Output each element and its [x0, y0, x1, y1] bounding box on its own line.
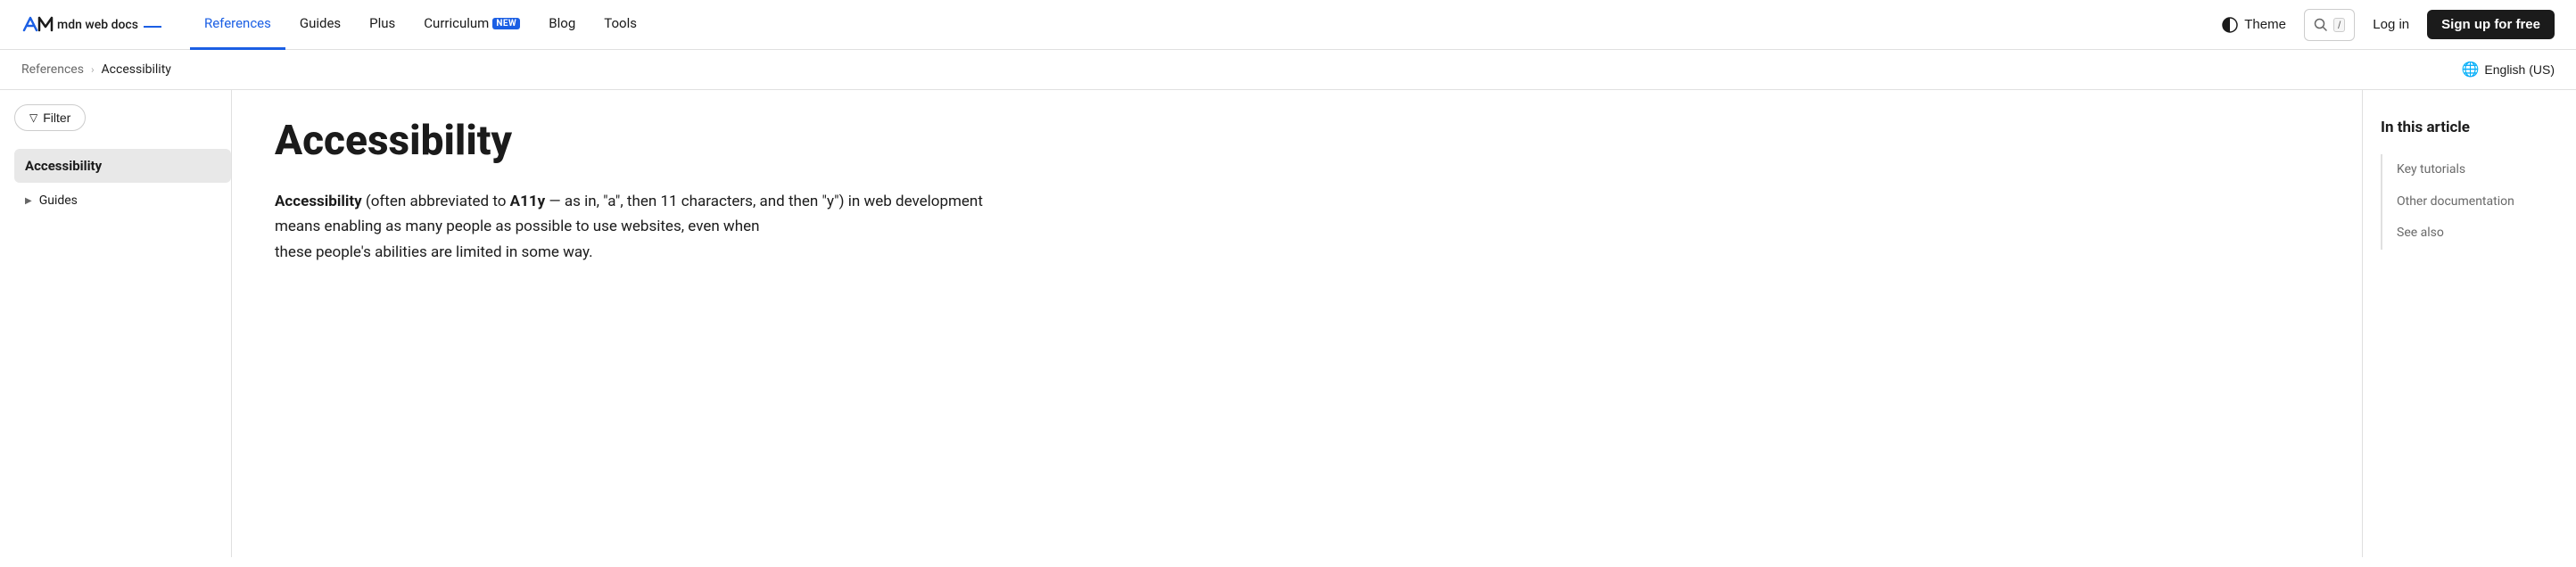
- login-button[interactable]: Log in: [2365, 13, 2416, 36]
- signup-button[interactable]: Sign up for free: [2427, 10, 2555, 39]
- filter-label: Filter: [43, 111, 70, 125]
- toc-list: Key tutorials Other documentation See al…: [2381, 154, 2558, 250]
- filter-icon: ▽: [29, 111, 37, 124]
- logo-icon: [21, 12, 54, 37]
- nav-references[interactable]: References: [190, 0, 285, 50]
- left-sidebar: ▽ Filter Accessibility ▶ Guides: [0, 90, 232, 557]
- toc-item-see-also[interactable]: See also: [2397, 218, 2558, 250]
- breadcrumb: References › Accessibility: [21, 62, 171, 77]
- intro-text-part3: these people's abilities are limited in …: [275, 243, 593, 261]
- logo-link[interactable]: mdn web docs: [21, 12, 161, 37]
- breadcrumb-current: Accessibility: [102, 62, 171, 77]
- toc-title: In this article: [2381, 119, 2558, 136]
- language-label: English (US): [2484, 62, 2555, 77]
- right-sidebar: In this article Key tutorials Other docu…: [2362, 90, 2576, 557]
- chevron-right-icon: ▶: [25, 196, 32, 206]
- page-title: Accessibility: [275, 119, 992, 164]
- main-layout: ▽ Filter Accessibility ▶ Guides Accessib…: [0, 90, 2576, 557]
- nav-links: References Guides Plus Curriculum NEW Bl…: [190, 0, 2214, 50]
- intro-bold-a11y: A11y: [510, 193, 546, 210]
- breadcrumb-bar: References › Accessibility 🌐 English (US…: [0, 50, 2576, 90]
- logo-text: mdn web docs: [57, 18, 138, 32]
- sidebar-item-label: Guides: [39, 193, 78, 208]
- nav-right: Theme / Log in Sign up for free: [2214, 9, 2555, 41]
- logo-underline: [144, 26, 161, 28]
- search-shortcut: /: [2333, 18, 2345, 32]
- top-nav: mdn web docs References Guides Plus Curr…: [0, 0, 2576, 50]
- toc-item-key-tutorials[interactable]: Key tutorials: [2397, 154, 2558, 186]
- intro-text-part1: (often abbreviated to: [362, 193, 510, 210]
- filter-button[interactable]: ▽ Filter: [14, 104, 86, 131]
- globe-icon: 🌐: [2461, 61, 2479, 78]
- theme-label: Theme: [2244, 17, 2286, 32]
- language-button[interactable]: 🌐 English (US): [2461, 61, 2555, 78]
- intro-paragraph: Accessibility (often abbreviated to A11y…: [275, 189, 992, 267]
- theme-button[interactable]: Theme: [2214, 12, 2293, 37]
- nav-guides[interactable]: Guides: [285, 0, 355, 50]
- new-badge: NEW: [492, 18, 520, 29]
- nav-curriculum[interactable]: Curriculum NEW: [409, 0, 534, 50]
- sidebar-item-guides[interactable]: ▶ Guides: [14, 186, 231, 215]
- intro-bold-accessibility: Accessibility: [275, 193, 362, 210]
- search-icon: [2314, 18, 2328, 32]
- search-button[interactable]: /: [2304, 9, 2355, 41]
- toc-item-other-documentation[interactable]: Other documentation: [2397, 186, 2558, 218]
- breadcrumb-separator: ›: [91, 63, 95, 76]
- theme-icon: [2221, 16, 2239, 34]
- nav-plus[interactable]: Plus: [355, 0, 409, 50]
- breadcrumb-references[interactable]: References: [21, 62, 84, 77]
- main-content: Accessibility Accessibility (often abbre…: [232, 90, 1035, 557]
- nav-blog[interactable]: Blog: [534, 0, 590, 50]
- sidebar-section-title[interactable]: Accessibility: [14, 149, 231, 183]
- nav-tools[interactable]: Tools: [590, 0, 651, 50]
